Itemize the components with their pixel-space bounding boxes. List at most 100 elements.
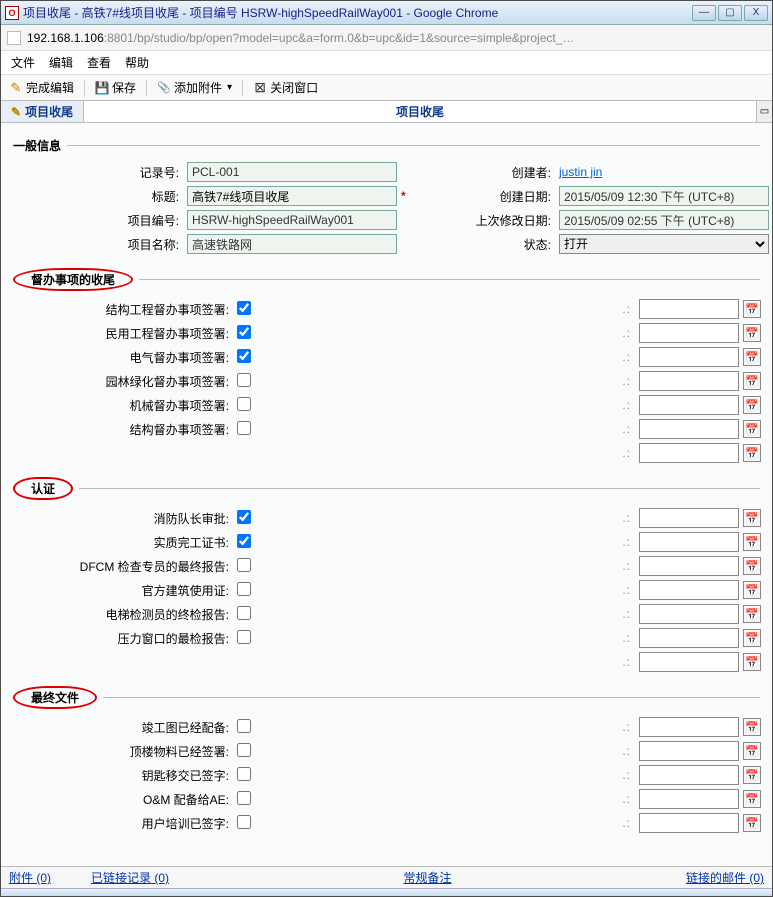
creator-label: 创建者:: [435, 164, 555, 181]
project-name-field[interactable]: [187, 234, 397, 254]
window-title: 项目收尾 - 高铁7#线项目收尾 - 项目编号 HSRW-highSpeedRa…: [23, 4, 692, 21]
toolbar-separator: [242, 80, 243, 96]
dots: .:: [265, 631, 635, 645]
menu-edit[interactable]: 编辑: [49, 54, 73, 71]
calendar-icon[interactable]: [743, 533, 761, 551]
check-cert-rows-3[interactable]: [237, 582, 251, 596]
save-icon: [95, 81, 109, 95]
calendar-icon[interactable]: [743, 348, 761, 366]
add-attachment-button[interactable]: 添加附件: [157, 79, 232, 96]
check-finaldoc-rows-2[interactable]: [237, 767, 251, 781]
project-no-field[interactable]: [187, 210, 397, 230]
created-field[interactable]: [559, 186, 769, 206]
date-input[interactable]: [639, 299, 739, 319]
date-input[interactable]: [639, 419, 739, 439]
date-input[interactable]: [639, 789, 739, 809]
menu-file[interactable]: 文件: [11, 54, 35, 71]
calendar-icon[interactable]: [743, 814, 761, 832]
finish-edit-label: 完成编辑: [26, 79, 74, 96]
date-input[interactable]: [639, 371, 739, 391]
check-cert-rows-0[interactable]: [237, 510, 251, 524]
check-cert-rows-1[interactable]: [237, 534, 251, 548]
check-cert-rows-4[interactable]: [237, 606, 251, 620]
footer-attachments[interactable]: 附件 (0): [9, 869, 51, 886]
check-backlog-rows-0[interactable]: [237, 301, 251, 315]
modified-field[interactable]: [559, 210, 769, 230]
close-button[interactable]: 关闭窗口: [253, 79, 318, 96]
date-input[interactable]: [639, 717, 739, 737]
tab-project-closeout[interactable]: 项目收尾: [1, 101, 84, 122]
footer-remarks[interactable]: 常规备注: [209, 869, 646, 886]
address-bar[interactable]: 192.168.1.106:8801/bp/studio/bp/open?mod…: [1, 25, 772, 51]
calendar-icon[interactable]: [743, 629, 761, 647]
check-finaldoc-rows-1[interactable]: [237, 743, 251, 757]
check-label: 消防队长审批:: [13, 510, 233, 527]
save-button[interactable]: 保存: [95, 79, 136, 96]
resize-grip[interactable]: [1, 888, 772, 896]
finish-edit-button[interactable]: 完成编辑: [9, 79, 74, 96]
maximize-button[interactable]: ▢: [718, 5, 742, 21]
minimize-button[interactable]: —: [692, 5, 716, 21]
date-input[interactable]: [639, 395, 739, 415]
status-select[interactable]: 打开: [559, 234, 769, 254]
footer-linked-records[interactable]: 已链接记录 (0): [91, 869, 169, 886]
dots: .:: [265, 816, 635, 830]
calendar-icon[interactable]: [743, 653, 761, 671]
calendar-icon[interactable]: [743, 605, 761, 623]
date-input[interactable]: [639, 628, 739, 648]
calendar-icon[interactable]: [743, 557, 761, 575]
check-cert-rows-5[interactable]: [237, 630, 251, 644]
menu-view[interactable]: 查看: [87, 54, 111, 71]
calendar-icon[interactable]: [743, 372, 761, 390]
check-finaldoc-rows-3[interactable]: [237, 791, 251, 805]
calendar-icon[interactable]: [743, 324, 761, 342]
collapse-button[interactable]: ▭: [756, 101, 772, 122]
calendar-icon[interactable]: [743, 718, 761, 736]
menu-help[interactable]: 帮助: [125, 54, 149, 71]
calendar-icon[interactable]: [743, 742, 761, 760]
calendar-icon[interactable]: [743, 396, 761, 414]
calendar-icon[interactable]: [743, 509, 761, 527]
calendar-icon[interactable]: [743, 444, 761, 462]
date-input[interactable]: [639, 741, 739, 761]
date-input[interactable]: [639, 604, 739, 624]
section-general: 一般信息 记录号: 创建者: justin jin 标题: * 创建日期: 项目…: [13, 137, 760, 254]
calendar-icon[interactable]: [743, 420, 761, 438]
date-input[interactable]: [639, 556, 739, 576]
record-no-field[interactable]: [187, 162, 397, 182]
date-input[interactable]: [639, 508, 739, 528]
menubar: 文件 编辑 查看 帮助: [1, 51, 772, 75]
check-finaldoc-rows-4[interactable]: [237, 815, 251, 829]
creator-link[interactable]: justin jin: [559, 165, 769, 179]
title-field[interactable]: [187, 186, 397, 206]
check-backlog-rows-2[interactable]: [237, 349, 251, 363]
date-input[interactable]: [639, 652, 739, 672]
calendar-icon[interactable]: [743, 766, 761, 784]
section-cert: 认证 消防队长审批:.:实质完工证书:.:DFCM 检查专员的最终报告:.:官方…: [13, 477, 760, 672]
status-label: 状态:: [435, 236, 555, 253]
paperclip-icon: [157, 81, 171, 95]
check-backlog-rows-5[interactable]: [237, 421, 251, 435]
check-finaldoc-rows-0[interactable]: [237, 719, 251, 733]
date-input[interactable]: [639, 532, 739, 552]
close-window-button[interactable]: X: [744, 5, 768, 21]
calendar-icon[interactable]: [743, 790, 761, 808]
date-input[interactable]: [639, 813, 739, 833]
section-backlog: 督办事项的收尾 结构工程督办事项签署:.:民用工程督办事项签署:.:电气督办事项…: [13, 268, 760, 463]
check-label: 压力窗口的最检报告:: [13, 630, 233, 647]
check-label: 结构督办事项签署:: [13, 421, 233, 438]
date-input[interactable]: [639, 443, 739, 463]
date-input[interactable]: [639, 347, 739, 367]
window-titlebar: O 项目收尾 - 高铁7#线项目收尾 - 项目编号 HSRW-highSpeed…: [1, 1, 772, 25]
check-backlog-rows-1[interactable]: [237, 325, 251, 339]
check-cert-rows-2[interactable]: [237, 558, 251, 572]
date-input[interactable]: [639, 765, 739, 785]
calendar-icon[interactable]: [743, 581, 761, 599]
tab-strip: 项目收尾 项目收尾 ▭: [1, 101, 772, 123]
date-input[interactable]: [639, 323, 739, 343]
date-input[interactable]: [639, 580, 739, 600]
calendar-icon[interactable]: [743, 300, 761, 318]
footer-linked-mail[interactable]: 链接的邮件 (0): [686, 869, 764, 886]
check-backlog-rows-3[interactable]: [237, 373, 251, 387]
check-backlog-rows-4[interactable]: [237, 397, 251, 411]
